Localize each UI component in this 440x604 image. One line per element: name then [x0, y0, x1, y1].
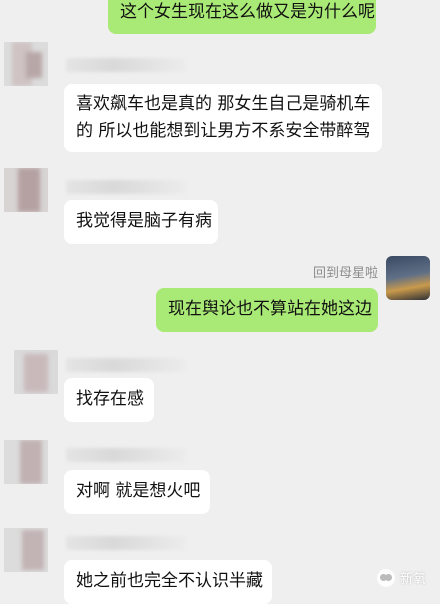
outgoing-message-bubble[interactable]: 现在舆论也不算站在她这边	[156, 288, 378, 332]
incoming-message-bubble[interactable]: 喜欢飙车也是真的 那女生自己是骑机车 的 所以也能想到让男方不系安全带醉驾	[64, 84, 382, 152]
watermark: 新氧	[376, 568, 426, 587]
avatar[interactable]	[14, 350, 58, 394]
incoming-message-bubble[interactable]: 对啊 就是想火吧	[64, 470, 210, 514]
avatar[interactable]	[4, 42, 48, 86]
quoted-sender-name: 回到母星啦	[312, 266, 378, 281]
incoming-message-bubble[interactable]: 找存在感	[64, 378, 154, 422]
wechat-icon	[376, 568, 395, 587]
watermark-text: 新氧	[399, 572, 426, 587]
avatar[interactable]	[4, 440, 48, 484]
incoming-message-bubble[interactable]: 我觉得是脑子有病	[64, 200, 218, 244]
message-text-line: 喜欢飙车也是真的 那女生自己是骑机车	[76, 94, 371, 114]
message-text: 找存在感	[76, 389, 144, 409]
message-text: 她之前也完全不认识半藏	[76, 571, 263, 591]
my-avatar[interactable]	[386, 256, 430, 300]
avatar[interactable]	[4, 168, 48, 212]
sender-name-blurred	[66, 358, 186, 372]
sender-name-blurred	[66, 536, 186, 550]
message-text: 现在舆论也不算站在她这边	[168, 299, 372, 319]
outgoing-message-bubble[interactable]: 这个女生现在这么做又是为什么呢	[108, 0, 376, 34]
message-text: 对啊 就是想火吧	[76, 481, 201, 501]
message-text-line: 的 所以也能想到让男方不系安全带醉驾	[76, 121, 371, 141]
sender-name-blurred	[66, 58, 186, 72]
sender-name-blurred	[66, 448, 186, 462]
message-text: 这个女生现在这么做又是为什么呢	[120, 2, 375, 22]
incoming-message-bubble[interactable]: 她之前也完全不认识半藏	[64, 560, 272, 604]
sender-name-blurred	[66, 180, 186, 194]
message-text: 我觉得是脑子有病	[76, 211, 212, 231]
avatar[interactable]	[4, 528, 48, 572]
